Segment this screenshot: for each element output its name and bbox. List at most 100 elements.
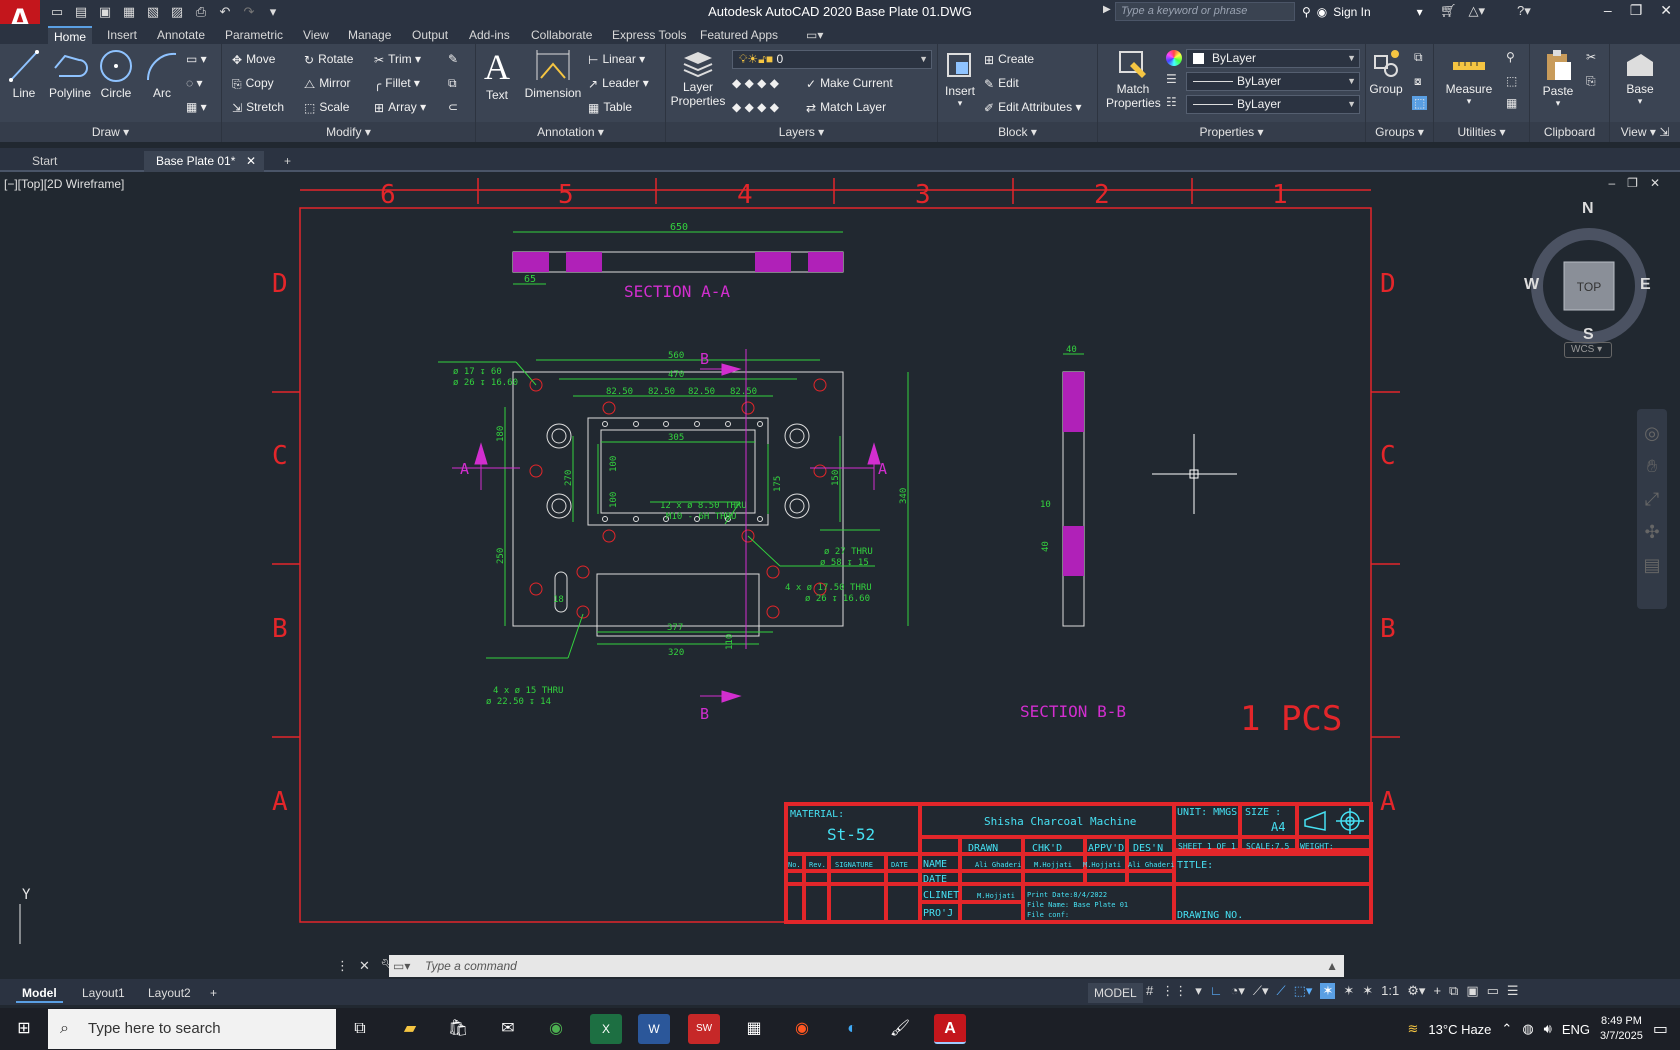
- block-panel-title[interactable]: Block ▾: [938, 122, 1097, 142]
- osnap-icon[interactable]: ⟋: [1277, 983, 1286, 999]
- chevron-down-icon[interactable]: ▾: [1417, 5, 1423, 19]
- zoom-extents-icon[interactable]: ⤢: [1637, 489, 1667, 510]
- sign-in-button[interactable]: Sign In: [1333, 5, 1370, 19]
- file-explorer-icon[interactable]: ▰: [394, 1014, 426, 1044]
- undo-icon[interactable]: ↶: [216, 3, 234, 21]
- close-tab-icon[interactable]: ✕: [246, 151, 256, 172]
- binoculars-icon[interactable]: ⚲: [1302, 5, 1311, 19]
- autocad-taskbar-icon[interactable]: A: [934, 1014, 966, 1044]
- close-icon[interactable]: ✕: [1660, 2, 1672, 19]
- scale-value[interactable]: 1:1: [1381, 983, 1399, 999]
- pan-icon[interactable]: ✋︎: [1637, 456, 1667, 477]
- showmotion-icon[interactable]: ▤: [1637, 555, 1667, 576]
- command-input[interactable]: ▭▾ Type a command ▲: [389, 955, 1344, 977]
- tab-parametric[interactable]: Parametric: [219, 26, 289, 44]
- customization-menu-icon[interactable]: ☰: [1507, 983, 1519, 999]
- windows-start-icon[interactable]: ⊞: [8, 1014, 40, 1044]
- tab-view[interactable]: View: [297, 26, 335, 44]
- wcs-menu[interactable]: WCS ▾: [1564, 342, 1612, 358]
- task-view-icon[interactable]: ⧉: [344, 1014, 376, 1044]
- group-edit-icon[interactable]: ⧇: [1414, 74, 1422, 89]
- modify-panel-title[interactable]: Modify ▾: [222, 122, 475, 142]
- layer-tools-row2[interactable]: ◆ ◆ ◆ ◆: [732, 96, 779, 118]
- new-file-icon[interactable]: ▭: [48, 3, 66, 21]
- move-button[interactable]: ✥ Move: [232, 48, 275, 70]
- view-panel-title[interactable]: View ▾ ⇲: [1610, 122, 1680, 142]
- polyline-button[interactable]: Polyline: [44, 48, 96, 100]
- grip-handle-icon[interactable]: ⋮: [336, 955, 349, 977]
- redo-icon[interactable]: ↷: [240, 3, 258, 21]
- boundary-icon[interactable]: ▦ ▾: [186, 96, 207, 118]
- mail-icon[interactable]: ✉: [492, 1014, 524, 1044]
- dimension-button[interactable]: Dimension: [522, 48, 584, 100]
- settings-gear-icon[interactable]: ⚙▾: [1407, 983, 1425, 999]
- annotation-scale-icon[interactable]: ✶: [1320, 983, 1336, 999]
- tab-output[interactable]: Output: [406, 26, 454, 44]
- hatch-icon[interactable]: ◌ ▾: [186, 72, 203, 94]
- tab-home[interactable]: Home: [48, 26, 93, 44]
- tab-featured-apps[interactable]: Featured Apps: [694, 26, 784, 44]
- layer-dropdown[interactable]: 💡︎☀︎🔓︎■ 0 ▼: [732, 50, 932, 69]
- drawing-canvas[interactable]: [−][Top][2D Wireframe] – ❐ ✕ 6 5 4 3 2 1…: [0, 174, 1680, 944]
- orbit-icon[interactable]: ✣: [1637, 522, 1667, 543]
- clock[interactable]: 8:49 PM 3/7/2025: [1600, 1014, 1643, 1044]
- base-plate-tab[interactable]: Base Plate 01* ✕: [144, 151, 264, 172]
- circle-button[interactable]: Circle: [98, 48, 134, 100]
- base-button[interactable]: Base ▾: [1620, 48, 1660, 107]
- measure-button[interactable]: Measure ▾: [1438, 48, 1500, 107]
- explode-icon[interactable]: ⧉: [448, 72, 457, 94]
- ortho-icon[interactable]: ∟: [1210, 983, 1223, 999]
- tab-collaborate[interactable]: Collaborate: [525, 26, 598, 44]
- make-current-button[interactable]: ✓ Make Current: [806, 72, 893, 94]
- a360-icon[interactable]: △▾: [1469, 3, 1486, 19]
- annotation-panel-title[interactable]: Annotation ▾: [476, 122, 665, 142]
- start-tab[interactable]: Start: [20, 151, 142, 172]
- weather-icon[interactable]: ≋: [1408, 1021, 1419, 1037]
- draw-panel-title[interactable]: Draw ▾: [0, 122, 221, 142]
- match-properties-button[interactable]: Match Properties: [1106, 48, 1161, 110]
- search-input[interactable]: Type a keyword or phrase: [1115, 2, 1295, 21]
- snap-icon[interactable]: ⋮⋮: [1161, 983, 1187, 999]
- ribbon-toggle-icon[interactable]: ▭▾: [800, 26, 829, 44]
- viewcube-west[interactable]: W: [1524, 276, 1539, 294]
- erase-icon[interactable]: ✎: [448, 48, 458, 70]
- copy-clip-icon[interactable]: ⎘: [1586, 74, 1596, 89]
- fillet-button[interactable]: ╭ Fillet ▾: [374, 72, 420, 94]
- group-select-icon[interactable]: ⬚: [1412, 96, 1428, 110]
- group-button[interactable]: Group: [1368, 48, 1404, 96]
- copy-button[interactable]: ⎘ Copy: [232, 72, 274, 94]
- utilities-panel-title[interactable]: Utilities ▾: [1434, 122, 1529, 142]
- offset-icon[interactable]: ⊂: [448, 96, 458, 118]
- cut-icon[interactable]: ✂: [1586, 50, 1596, 64]
- edit-block-button[interactable]: ✎ Edit: [984, 72, 1019, 94]
- groups-panel-title[interactable]: Groups ▾: [1366, 122, 1433, 142]
- isolate-icon[interactable]: ⧉: [1449, 983, 1458, 999]
- calculator-icon[interactable]: ▦: [738, 1014, 770, 1044]
- otrack-icon[interactable]: ⬚▾: [1294, 983, 1313, 999]
- lineweight-dropdown[interactable]: ByLayer ▼: [1186, 72, 1360, 91]
- mirror-button[interactable]: ⧍ Mirror: [304, 72, 351, 94]
- save-as-icon[interactable]: ▦: [120, 3, 138, 21]
- layout2-tab[interactable]: Layout2: [142, 983, 197, 1003]
- layers-panel-title[interactable]: Layers ▾: [666, 122, 937, 142]
- qat-menu-icon[interactable]: ▾: [264, 3, 282, 21]
- command-history-icon[interactable]: ▲: [1326, 955, 1338, 977]
- tab-insert[interactable]: Insert: [101, 26, 143, 44]
- polar-icon[interactable]: ◔▾: [1231, 983, 1245, 999]
- linear-button[interactable]: ⊢ Linear ▾: [588, 48, 645, 70]
- paint-icon[interactable]: 🖌︎: [884, 1014, 916, 1044]
- viewcube-top-face[interactable]: TOP: [1564, 280, 1614, 294]
- print-icon[interactable]: ⎙: [192, 3, 210, 21]
- tray-expand-icon[interactable]: ⌃: [1501, 1021, 1512, 1037]
- auto-scale-icon[interactable]: ✶: [1362, 983, 1373, 999]
- insert-button[interactable]: Insert ▾: [942, 48, 978, 109]
- grid-icon[interactable]: #: [1146, 983, 1153, 999]
- color-wheel-icon[interactable]: [1166, 50, 1182, 66]
- ungroup-icon[interactable]: ⧉: [1414, 50, 1423, 65]
- stretch-button[interactable]: ⇲ Stretch: [232, 96, 284, 118]
- edge-icon[interactable]: ◐: [836, 1014, 868, 1044]
- model-tab[interactable]: Model: [16, 983, 63, 1003]
- calculator-icon[interactable]: ▦: [1506, 96, 1517, 110]
- dropdown-icon[interactable]: ▾: [1195, 983, 1202, 999]
- match-layer-button[interactable]: ⇄ Match Layer: [806, 96, 886, 118]
